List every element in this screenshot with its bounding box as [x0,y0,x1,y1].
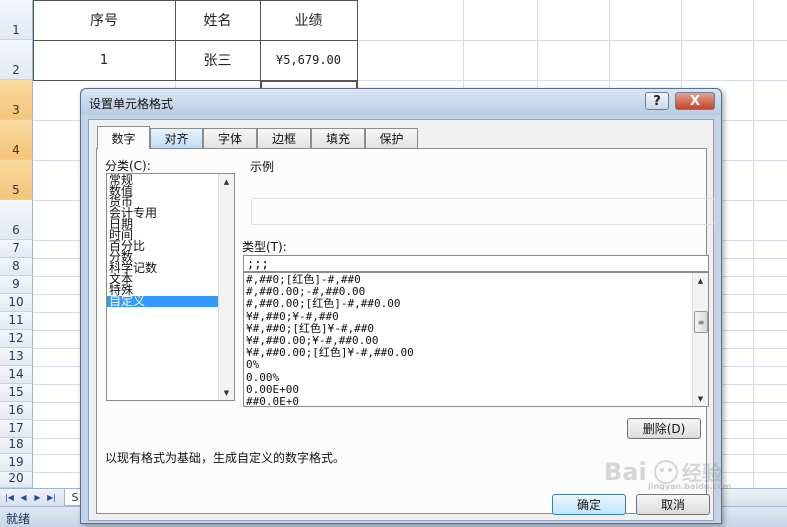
cancel-button[interactable]: 取消 [636,494,710,515]
cell-header-index[interactable]: 序号 [33,0,175,40]
tab-font[interactable]: 字体 [203,128,257,148]
list-item-selected[interactable]: 自定义 [107,295,218,307]
list-item[interactable]: ¥#,##0;¥-#,##0 [244,310,708,323]
row-header-4[interactable]: 4 [0,120,33,160]
active-cell-border [260,80,358,88]
row-header-7[interactable]: 7 [0,240,33,258]
grid-line [753,0,754,488]
svg-text:jingyan.baidu.com: jingyan.baidu.com [647,482,731,490]
dialog-title-bar[interactable]: 设置单元格格式 ? X [81,89,721,115]
example-box [251,198,715,225]
cell-header-performance[interactable]: 业绩 [260,0,357,40]
category-list[interactable]: 常规 数值 货币 会计专用 日期 时间 百分比 分数 科学记数 文本 特殊 自定… [106,173,235,401]
tab-fill[interactable]: 填充 [311,128,365,148]
type-label: 类型(T): [242,240,287,254]
category-label: 分类(C): [105,159,151,173]
format-scrollbar[interactable]: ▲ ≡ ▼ [692,273,708,406]
row-header-2[interactable]: 2 [0,40,33,80]
cell-performance-1[interactable]: ¥5,679.00 [260,40,357,80]
list-item[interactable]: ##0.0E+0 [244,395,708,406]
close-button[interactable]: X [675,92,715,110]
format-description: 以现有格式为基础，生成自定义的数字格式。 [105,451,346,465]
cell-name-1[interactable]: 张三 [175,40,260,80]
row-header-9[interactable]: 9 [0,276,33,294]
tab-protection[interactable]: 保护 [365,128,418,148]
row-header-14[interactable]: 14 [0,366,33,384]
format-list[interactable]: #,##0;[红色]-#,##0 #,##0.00;-#,##0.00 #,##… [243,272,709,407]
cell-header-name[interactable]: 姓名 [175,0,260,40]
scroll-thumb[interactable]: ≡ [694,311,708,333]
row-header-17[interactable]: 17 [0,420,33,438]
next-sheet-icon[interactable]: ▶ [32,491,43,504]
list-item[interactable]: 0.00% [244,371,708,384]
tab-border[interactable]: 边框 [257,128,311,148]
row-header-20[interactable]: 20 [0,471,33,488]
row-header-19[interactable]: 19 [0,454,33,472]
prev-sheet-icon[interactable]: ◀ [18,491,29,504]
row-header-5[interactable]: 5 [0,160,33,200]
tab-number[interactable]: 数字 [97,126,150,149]
type-input[interactable]: ;;; [243,255,709,272]
help-icon: ? [653,93,661,109]
example-label: 示例 [250,160,275,174]
row-header-8[interactable]: 8 [0,258,33,276]
close-icon: X [689,93,701,109]
help-button[interactable]: ? [645,92,669,110]
scroll-up-icon[interactable]: ▲ [219,174,234,189]
row-header-11[interactable]: 11 [0,312,33,330]
status-text: 就绪 [6,512,31,526]
last-sheet-icon[interactable]: ▶| [46,491,57,504]
scroll-up-icon[interactable]: ▲ [693,273,708,288]
cell-index-1[interactable]: 1 [33,40,175,80]
list-item[interactable]: 0.00E+00 [244,383,708,396]
list-item[interactable]: #,##0.00;[红色]-#,##0.00 [244,298,708,310]
scroll-down-icon[interactable]: ▼ [693,391,708,406]
delete-button[interactable]: 删除(D) [627,418,701,439]
baidu-watermark-logo: Bai 经验 jingyan.baidu.com [602,456,747,490]
scroll-down-icon[interactable]: ▼ [219,385,234,400]
type-input-value: ;;; [247,257,269,271]
category-scrollbar[interactable]: ▲ ▼ [218,174,234,400]
row-header-12[interactable]: 12 [0,330,33,348]
row-header-16[interactable]: 16 [0,402,33,420]
tab-alignment[interactable]: 对齐 [150,128,203,148]
row-header-1[interactable]: 1 [0,0,33,40]
svg-text:Bai: Bai [604,458,647,486]
ok-button[interactable]: 确定 [552,494,626,515]
dialog-title: 设置单元格格式 [89,97,174,111]
row-header-13[interactable]: 13 [0,348,33,366]
list-item[interactable]: 0% [244,359,708,371]
first-sheet-icon[interactable]: |◀ [4,491,15,504]
list-item[interactable]: ¥#,##0.00;[红色]¥-#,##0.00 [244,346,708,359]
row-header-6[interactable]: 6 [0,200,33,240]
row-header-10[interactable]: 10 [0,294,33,312]
row-header-15[interactable]: 15 [0,384,33,402]
row-header-18[interactable]: 18 [0,437,33,454]
row-header-3[interactable]: 3 [0,80,33,120]
